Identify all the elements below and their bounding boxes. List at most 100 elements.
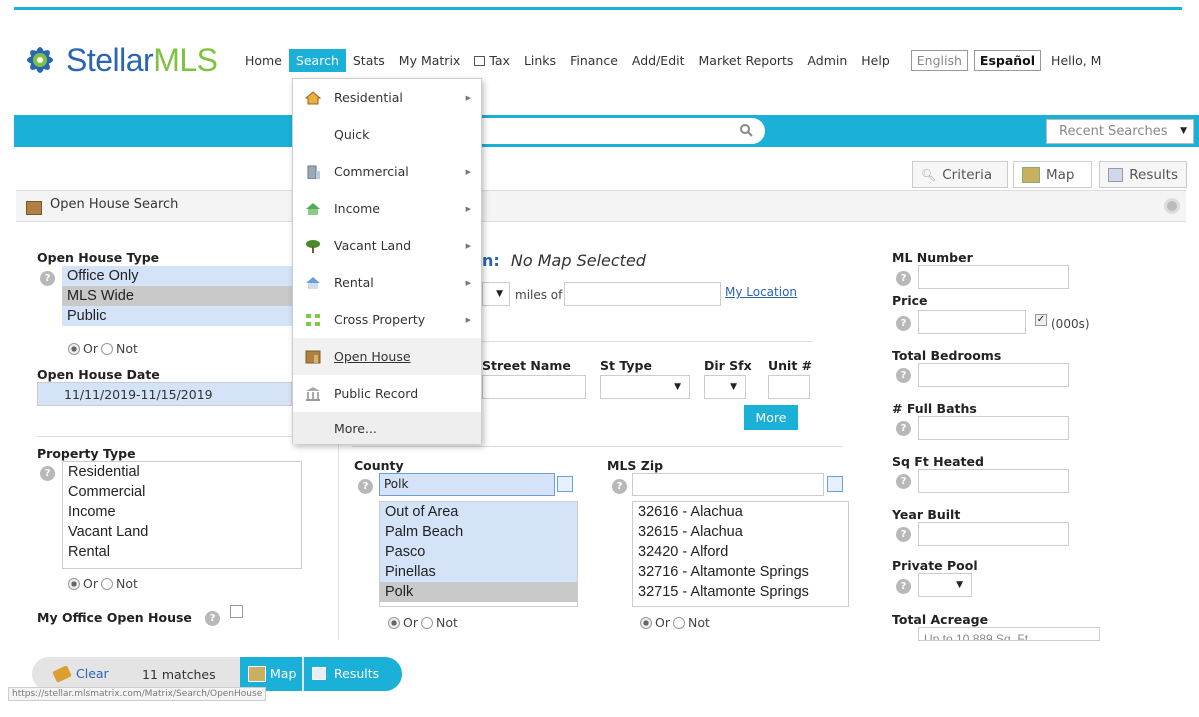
map-button[interactable]: Map — [240, 657, 302, 691]
nav-links[interactable]: Links — [517, 49, 563, 72]
mls-zip-list[interactable]: 32616 - Alachua 32615 - Alachua 32420 - … — [632, 501, 849, 607]
lookup-icon[interactable] — [557, 476, 573, 492]
miles-select[interactable]: ▼ — [482, 282, 510, 306]
recent-searches-dropdown[interactable]: Recent Searches ▼ — [1046, 119, 1194, 144]
sq-ft-heated-input[interactable] — [918, 469, 1069, 493]
nav-stats[interactable]: Stats — [346, 49, 392, 72]
total-bedrooms-input[interactable] — [918, 363, 1069, 387]
menu-item-more[interactable]: More... — [293, 412, 481, 444]
my-location-link[interactable]: My Location — [725, 285, 797, 299]
or-radio[interactable] — [68, 342, 80, 355]
menu-item-public-record[interactable]: Public Record — [293, 375, 481, 412]
help-icon[interactable]: ? — [40, 466, 55, 481]
private-pool-select[interactable]: ▼ — [918, 573, 972, 597]
list-option[interactable]: Pasco — [380, 542, 577, 562]
help-icon[interactable]: ? — [896, 368, 911, 383]
nav-search[interactable]: Search — [288, 49, 346, 72]
ml-number-input[interactable] — [918, 265, 1069, 289]
menu-item-rental[interactable]: Rental ▶ — [293, 264, 481, 301]
not-radio[interactable] — [100, 577, 113, 590]
nav-help[interactable]: Help — [854, 49, 897, 72]
menu-item-income[interactable]: Income ▶ — [293, 190, 481, 227]
nav-my-matrix[interactable]: My Matrix — [392, 49, 468, 72]
menu-item-commercial[interactable]: Commercial ▶ — [293, 153, 481, 190]
more-button[interactable]: More — [744, 405, 798, 430]
stellar-mls-logo[interactable]: StellarMLS — [18, 38, 218, 82]
open-house-type-list[interactable]: Office Only MLS Wide Public — [62, 266, 294, 332]
help-icon[interactable]: ? — [896, 421, 911, 436]
or-radio[interactable] — [388, 616, 400, 629]
tab-map[interactable]: Map — [1013, 161, 1092, 188]
help-icon[interactable]: ? — [896, 316, 911, 331]
street-name-input[interactable] — [482, 375, 586, 399]
list-option[interactable]: Income — [63, 502, 301, 522]
not-radio[interactable] — [100, 342, 113, 355]
open-house-date-input[interactable]: 11/11/2019-11/15/2019 — [37, 382, 292, 406]
list-option[interactable]: Commercial — [63, 482, 301, 502]
english-button[interactable]: English — [910, 50, 968, 71]
dir-sfx-select[interactable]: ▼ — [704, 375, 746, 399]
list-option[interactable]: Vacant Land — [63, 522, 301, 542]
nav-market-reports[interactable]: Market Reports — [692, 49, 801, 72]
or-radio[interactable] — [640, 616, 652, 629]
nav-finance[interactable]: Finance — [563, 49, 625, 72]
full-baths-input[interactable] — [918, 416, 1069, 440]
list-option[interactable]: 32615 - Alachua — [633, 522, 848, 542]
nav-admin[interactable]: Admin — [800, 49, 854, 72]
st-type-select[interactable]: ▼ — [600, 375, 690, 399]
nav-home[interactable]: Home — [238, 49, 289, 72]
lookup-icon[interactable] — [827, 476, 843, 492]
gear-icon[interactable] — [1164, 198, 1180, 214]
espanol-button[interactable]: Español — [973, 50, 1042, 71]
county-input[interactable]: Polk — [379, 473, 555, 496]
menu-item-vacant-land[interactable]: Vacant Land ▶ — [293, 227, 481, 264]
help-icon[interactable]: ? — [612, 479, 627, 494]
mls-zip-input[interactable] — [632, 473, 824, 496]
unit-input[interactable] — [768, 375, 810, 399]
list-option[interactable]: Out of Area — [380, 502, 577, 522]
list-option[interactable]: Polk — [380, 582, 577, 602]
nav-add-edit[interactable]: Add/Edit — [625, 49, 692, 72]
menu-item-open-house[interactable]: Open House — [293, 338, 481, 375]
list-option[interactable]: Public — [62, 306, 294, 326]
year-built-input[interactable] — [918, 522, 1069, 546]
property-type-list[interactable]: Residential Commercial Income Vacant Lan… — [62, 461, 302, 569]
list-option[interactable]: 32420 - Alford — [633, 542, 848, 562]
help-icon[interactable]: ? — [896, 527, 911, 542]
list-option[interactable]: Up to 10,889 Sq. Ft. — [919, 628, 1099, 640]
menu-item-residential[interactable]: Residential ▶ — [293, 79, 481, 116]
help-icon[interactable]: ? — [205, 611, 220, 626]
list-option[interactable]: 32715 - Altamonte Springs — [633, 582, 848, 602]
tab-criteria[interactable]: 🔍︎ Criteria — [912, 161, 1008, 188]
menu-item-quick[interactable]: Quick — [293, 116, 481, 153]
clear-button[interactable]: Clear — [52, 664, 109, 683]
help-icon[interactable]: ? — [358, 479, 373, 494]
list-option[interactable]: Pinellas — [380, 562, 577, 582]
list-option[interactable]: Palm Beach — [380, 522, 577, 542]
list-option[interactable]: 32616 - Alachua — [633, 502, 848, 522]
quick-search-input[interactable] — [470, 118, 765, 144]
list-option[interactable]: Office Only — [62, 266, 294, 286]
total-acreage-list[interactable]: Up to 10,889 Sq. Ft. — [918, 627, 1100, 641]
help-icon[interactable]: ? — [896, 271, 911, 286]
or-radio[interactable] — [68, 577, 80, 590]
tab-results[interactable]: Results — [1099, 161, 1187, 188]
list-option[interactable]: Rental — [63, 542, 301, 562]
help-icon[interactable]: ? — [896, 474, 911, 489]
results-button[interactable]: Results — [304, 657, 402, 691]
list-option[interactable]: MLS Wide — [62, 286, 294, 306]
nav-tax[interactable]: Tax — [467, 49, 517, 72]
not-radio[interactable] — [420, 616, 433, 629]
not-radio[interactable] — [672, 616, 685, 629]
help-icon[interactable]: ? — [40, 271, 55, 286]
location-input[interactable] — [564, 282, 721, 306]
my-office-checkbox[interactable] — [230, 605, 243, 618]
help-icon[interactable]: ? — [896, 579, 911, 594]
menu-item-cross-property[interactable]: Cross Property ▶ — [293, 301, 481, 338]
search-icon[interactable] — [739, 123, 753, 141]
county-list[interactable]: Out of Area Palm Beach Pasco Pinellas Po… — [379, 501, 578, 607]
price-000s-checkbox[interactable]: ✓ — [1035, 314, 1047, 326]
price-min-input[interactable] — [918, 310, 1026, 334]
list-option[interactable]: 32716 - Altamonte Springs — [633, 562, 848, 582]
list-option[interactable]: Residential — [63, 462, 301, 482]
